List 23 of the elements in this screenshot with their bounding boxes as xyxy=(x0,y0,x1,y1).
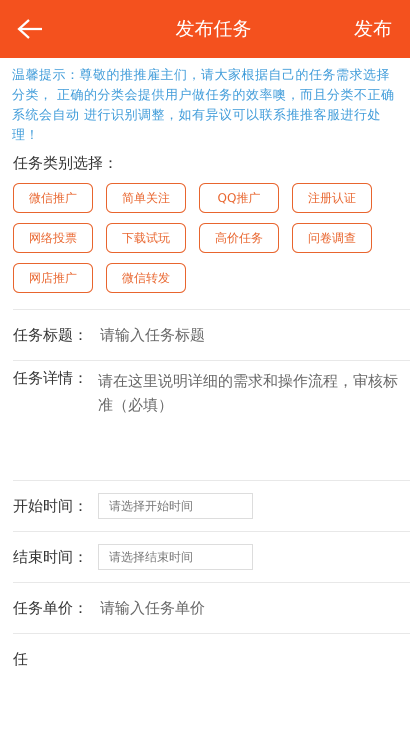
category-tag[interactable]: 微信转发 xyxy=(106,263,186,293)
publish-button[interactable]: 发布 xyxy=(354,16,392,42)
category-tag[interactable]: 简单关注 xyxy=(106,183,186,213)
field-label: 开始时间： xyxy=(13,496,89,516)
field-label: 任务详情： xyxy=(13,369,89,388)
category-tag[interactable]: QQ推广 xyxy=(199,183,279,213)
field-label: 任务标题： xyxy=(13,326,89,344)
category-tag[interactable]: 问卷调查 xyxy=(292,223,372,253)
field-label: 任 xyxy=(13,650,29,668)
notice-text: 温馨提示：尊敬的推推雇主们，请大家根据自己的任务需求选择分类， 正确的分类会提供用户做任务的效率噢，而且分类不正确系统会自动 进行识别调整，如有异议可以联系推推客服进行处理！ xyxy=(12,67,396,145)
category-tag[interactable]: 微信推广 xyxy=(13,183,93,213)
date-field[interactable]: 请选择开始时间 xyxy=(98,493,253,519)
category-tag[interactable]: 网店推广 xyxy=(13,263,93,293)
category-tag[interactable]: 网络投票 xyxy=(13,223,93,253)
back-icon[interactable] xyxy=(17,18,43,40)
date-field[interactable]: 请选择结束时间 xyxy=(98,544,253,570)
page-title: 发布任务 xyxy=(174,17,252,42)
category-tag[interactable]: 下载试玩 xyxy=(106,223,186,253)
category-label: 任务类别选择： xyxy=(13,154,119,173)
field-label: 结束时间： xyxy=(13,548,89,566)
category-tag[interactable]: 注册认证 xyxy=(292,183,372,213)
field-label: 任务单价： xyxy=(13,598,89,618)
category-tag[interactable]: 高价任务 xyxy=(199,223,279,253)
